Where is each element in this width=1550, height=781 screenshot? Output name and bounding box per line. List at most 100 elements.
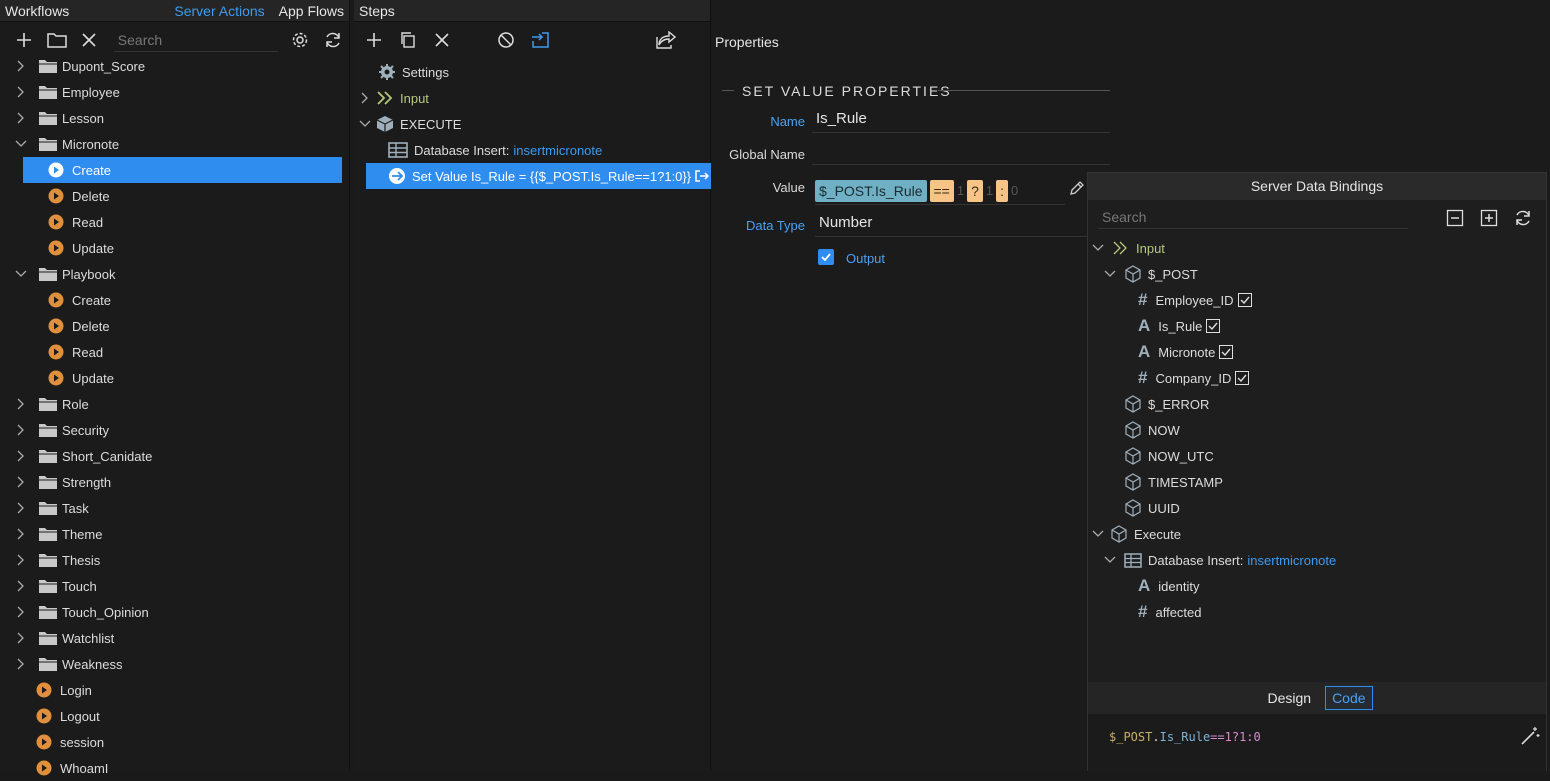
workflow-folder[interactable]: Touch [0,573,349,599]
workflow-folder[interactable]: Security [0,417,349,443]
chevron-right-icon[interactable] [14,553,28,567]
server-actions-tab[interactable]: Server Actions [174,3,264,19]
chevron-right-icon[interactable] [14,59,28,73]
workflow-folder[interactable]: Strength [0,469,349,495]
output-toggle-icon[interactable] [523,25,557,55]
workflow-action[interactable]: Update [23,235,342,261]
workflow-folder[interactable]: Task [0,495,349,521]
gear-icon[interactable] [284,25,317,55]
chevron-right-icon[interactable] [14,631,28,645]
settings-step[interactable]: Settings [378,59,449,85]
checkbox-icon[interactable] [1235,371,1250,385]
chevron-down-icon[interactable] [358,117,372,131]
checkbox-icon[interactable] [1237,293,1252,307]
chevron-down-icon[interactable] [1092,244,1104,252]
workflow-action[interactable]: Read [23,209,342,235]
binding-is-rule[interactable]: A Is_Rule [1138,313,1221,339]
workflow-folder[interactable]: Watchlist [0,625,349,651]
value-field[interactable]: $_POST.Is_Rule == 1 ? 1 : 0 [815,177,1065,205]
workflow-folder[interactable]: Employee [0,79,349,105]
set-value-step[interactable]: Set Value Is_Rule = {{$_POST.Is_Rule==1?… [366,163,711,189]
binding-db-insert[interactable]: Database Insert: insertmicronote [1104,547,1336,573]
chevron-down-icon[interactable] [1104,270,1116,278]
workflow-folder[interactable]: Micronote [0,131,349,157]
global-name-field[interactable] [812,139,1110,165]
binding-timestamp[interactable]: TIMESTAMP [1124,469,1223,495]
workflow-folder[interactable]: Playbook [0,261,349,287]
binding-uuid[interactable]: UUID [1124,495,1180,521]
workflow-action[interactable]: Read [23,339,342,365]
workflows-search-input[interactable] [113,28,278,52]
collapse-all-icon[interactable] [1446,209,1464,227]
export-icon[interactable] [649,25,683,55]
chevron-right-icon[interactable] [14,579,28,593]
workflow-action[interactable]: Delete [23,183,342,209]
add-step-icon[interactable] [357,25,391,55]
close-icon[interactable] [73,25,106,55]
workflow-action[interactable]: Update [23,365,342,391]
chevron-right-icon[interactable] [14,475,28,489]
data-type-select[interactable]: Number [815,211,1087,237]
chevron-down-icon[interactable] [14,137,28,151]
name-field[interactable]: Is_Rule [812,107,1110,133]
pencil-icon[interactable] [1069,180,1085,196]
chevron-down-icon[interactable] [1092,530,1104,538]
workflow-folder[interactable]: Theme [0,521,349,547]
tab-code[interactable]: Code [1325,686,1373,710]
binding-micronote[interactable]: A Micronote [1138,339,1234,365]
add-icon[interactable] [8,25,41,55]
binding-execute[interactable]: Execute [1092,521,1181,547]
input-step[interactable]: Input [358,85,429,111]
binding-affected[interactable]: # affected [1138,599,1202,625]
db-insert-step[interactable]: Database Insert: insertmicronote [388,137,602,163]
chevron-right-icon[interactable] [14,111,28,125]
refresh-icon[interactable] [1514,209,1532,227]
workflow-action[interactable]: Create [23,287,342,313]
binding-input[interactable]: Input [1092,235,1165,261]
output-checkbox[interactable] [818,249,834,265]
chevron-right-icon[interactable] [14,85,28,99]
workflow-action[interactable]: Create [23,157,342,183]
chevron-right-icon[interactable] [14,501,28,515]
workflow-action[interactable]: Logout [0,703,349,729]
workflow-folder[interactable]: Lesson [0,105,349,131]
binding-now[interactable]: NOW [1124,417,1180,443]
workflow-action[interactable]: WhoamI [0,755,349,781]
chevron-right-icon[interactable] [14,657,28,671]
bindings-search-input[interactable] [1098,205,1408,229]
execute-step[interactable]: EXECUTE [358,111,461,137]
chevron-right-icon[interactable] [14,449,28,463]
workflow-folder[interactable]: Dupont_Score [0,53,349,79]
chevron-down-icon[interactable] [1104,556,1116,564]
code-editor[interactable]: $_POST.Is_Rule==1?1:0 [1088,714,1546,772]
workflow-folder[interactable]: Short_Canidate [0,443,349,469]
chevron-down-icon[interactable] [14,267,28,281]
magic-wand-icon[interactable] [1520,726,1540,746]
workflow-folder[interactable]: Role [0,391,349,417]
checkbox-icon[interactable] [1219,345,1234,359]
checkbox-icon[interactable] [1206,319,1221,333]
chevron-right-icon[interactable] [14,397,28,411]
chevron-right-icon[interactable] [14,423,28,437]
binding-company-id[interactable]: # Company_ID [1138,365,1250,391]
workflow-action[interactable]: session [0,729,349,755]
copy-icon[interactable] [391,25,425,55]
chevron-right-icon[interactable] [14,527,28,541]
chevron-right-icon[interactable] [14,605,28,619]
binding-post[interactable]: $_POST [1104,261,1198,287]
delete-step-icon[interactable] [425,25,459,55]
tab-design[interactable]: Design [1261,687,1317,709]
workflow-action[interactable]: Login [0,677,349,703]
binding-identity[interactable]: A identity [1138,573,1199,599]
refresh-icon[interactable] [316,25,349,55]
workflow-folder[interactable]: Weakness [0,651,349,677]
binding-employee-id[interactable]: # Employee_ID [1138,287,1252,313]
workflow-action[interactable]: Delete [23,313,342,339]
workflow-folder[interactable]: Thesis [0,547,349,573]
app-flows-tab[interactable]: App Flows [279,3,344,19]
expand-all-icon[interactable] [1480,209,1498,227]
folder-add-icon[interactable] [41,25,74,55]
workflow-folder[interactable]: Touch_Opinion [0,599,349,625]
binding-now-utc[interactable]: NOW_UTC [1124,443,1214,469]
chevron-right-icon[interactable] [358,91,372,105]
